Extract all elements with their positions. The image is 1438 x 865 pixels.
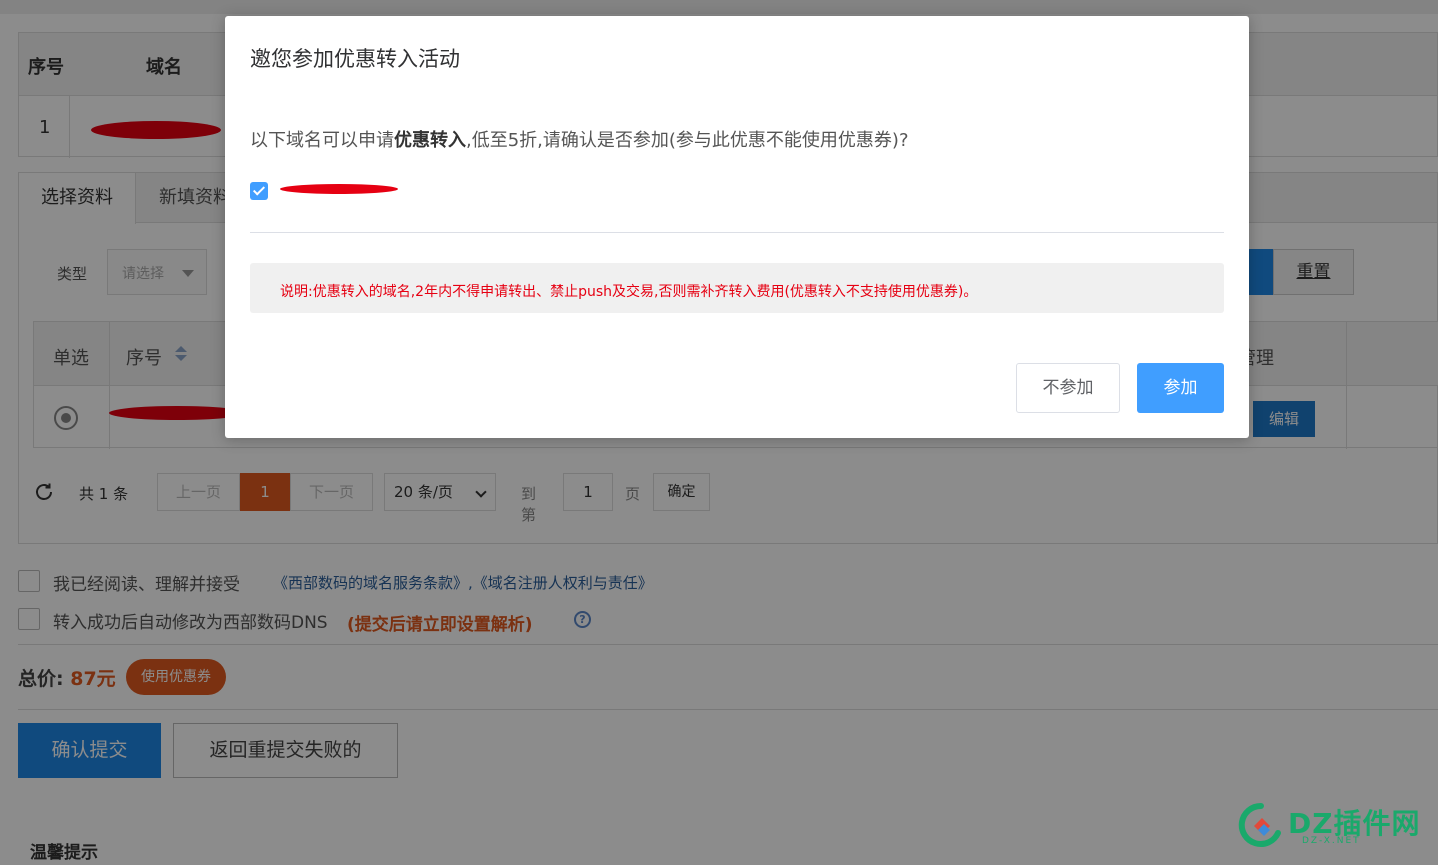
watermark: DZ插件网 DZ-X.NET	[1238, 800, 1428, 852]
watermark-logo-icon	[1238, 802, 1281, 847]
watermark-subtext: DZ-X.NET	[1302, 836, 1361, 846]
decline-button[interactable]: 不参加	[1016, 363, 1120, 413]
dialog-divider	[250, 232, 1224, 233]
domain-checkbox[interactable]	[250, 182, 268, 200]
desc-text-before: 以下域名可以申请	[250, 130, 394, 151]
dialog-title: 邀您参加优惠转入活动	[250, 47, 460, 71]
desc-text-bold: 优惠转入	[394, 130, 466, 151]
promo-transfer-dialog: 邀您参加优惠转入活动 以下域名可以申请优惠转入,低至5折,请确认是否参加(参与此…	[225, 16, 1249, 438]
notice-text: 说明:优惠转入的域名,2年内不得申请转出、禁止push及交易,否则需补齐转入费用…	[280, 284, 978, 300]
dialog-description: 以下域名可以申请优惠转入,低至5折,请确认是否参加(参与此优惠不能使用优惠券)?	[250, 126, 909, 152]
notice-box: 说明:优惠转入的域名,2年内不得申请转出、禁止push及交易,否则需补齐转入费用…	[250, 263, 1224, 313]
desc-text-after: ,低至5折,请确认是否参加(参与此优惠不能使用优惠券)?	[466, 130, 909, 151]
redacted-domain	[280, 184, 398, 194]
join-button[interactable]: 参加	[1137, 363, 1224, 413]
